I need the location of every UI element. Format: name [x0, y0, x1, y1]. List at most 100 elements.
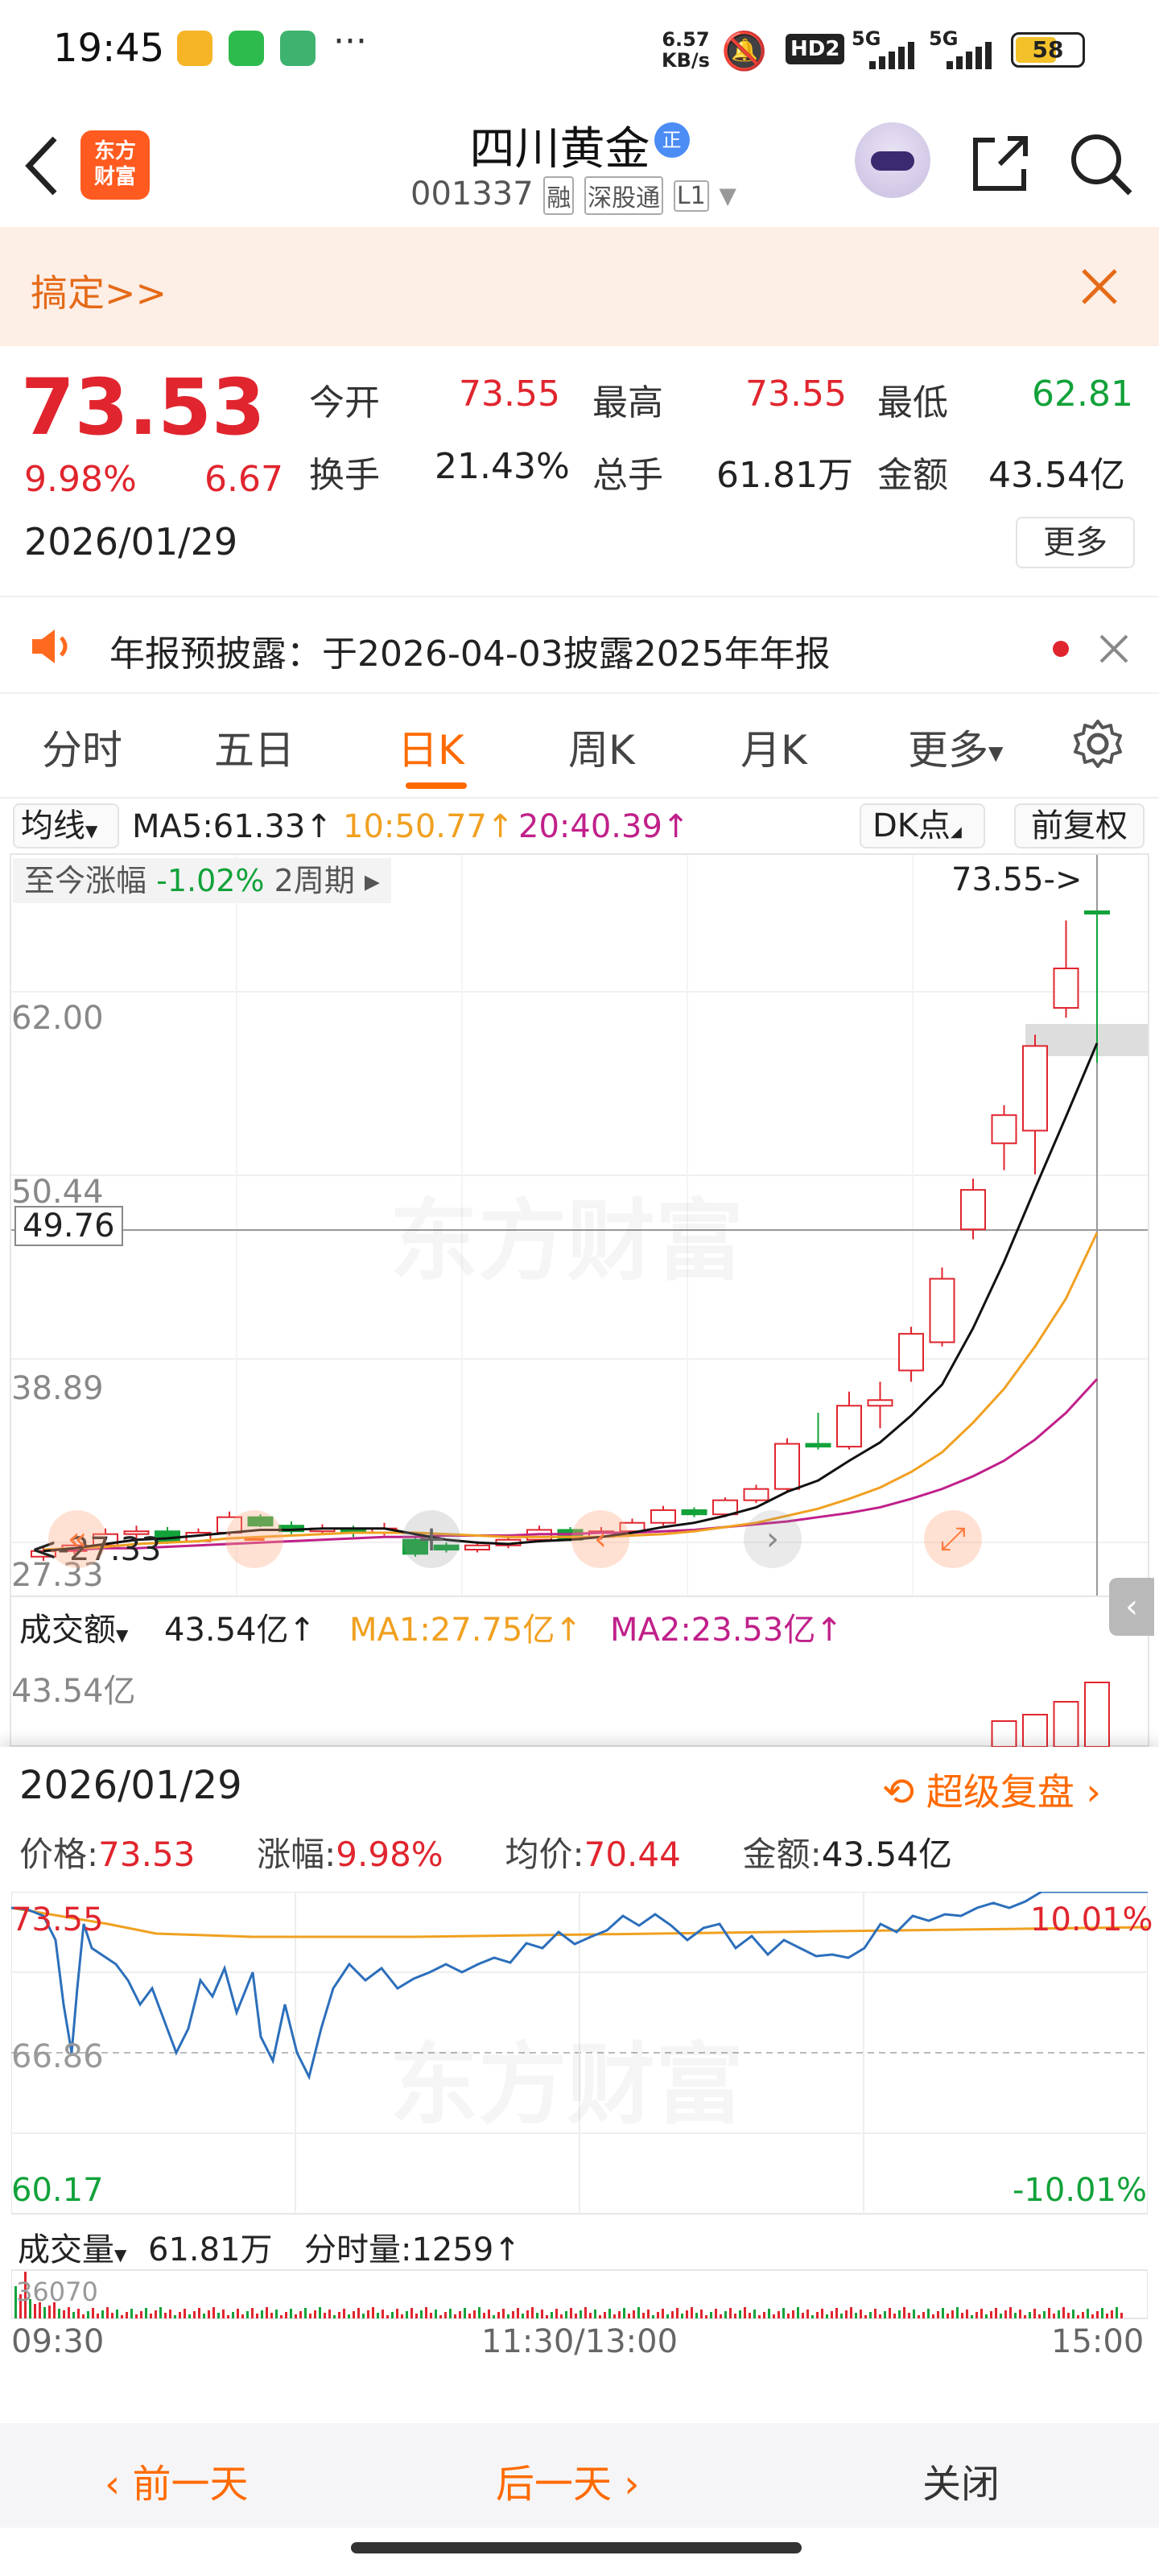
intraday-vol-bar — [918, 2315, 920, 2318]
notice-bar[interactable]: 年报预披露：于2026-04-03披露2025年年报 — [0, 596, 1159, 694]
intraday-vol-bar — [589, 2313, 592, 2318]
notice-text[interactable]: 年报预披露：于2026-04-03披露2025年年报 — [109, 625, 831, 676]
high-label: 最高 — [592, 382, 663, 423]
intraday-vol-bar — [478, 2307, 481, 2318]
tab-monthly-k[interactable]: 月K — [740, 718, 807, 776]
banner-close-icon[interactable] — [1080, 267, 1119, 306]
intraday-chart[interactable]: 东方财富 73.55 66.86 60.17 10.01% -10.01% 成交… — [10, 1890, 1153, 2362]
intraday-vol-bar — [657, 2312, 659, 2318]
dk-point-button[interactable]: DK点◢ — [860, 803, 985, 848]
intraday-vol-bar — [990, 2311, 992, 2318]
close-popup-button[interactable]: 关闭 — [922, 2452, 1000, 2508]
intraday-vol-value: 61.81万 — [148, 2231, 273, 2268]
intraday-vol-bar — [444, 2312, 447, 2318]
tab-more[interactable]: 更多▼ — [908, 718, 1003, 776]
intraday-vol-selector[interactable]: 成交量▼ — [18, 2223, 126, 2270]
scroll-right-button[interactable]: › — [744, 1510, 802, 1568]
volume-value: 61.81万 — [716, 455, 853, 496]
intraday-vol-bar — [966, 2310, 968, 2318]
volume-bar — [1084, 1682, 1110, 1747]
intraday-vol-bar — [261, 2310, 263, 2318]
intraday-vol-bar — [468, 2314, 471, 2318]
mute-icon: 🔕 — [721, 29, 768, 72]
intraday-vol-bar — [531, 2307, 534, 2318]
intraday-vol-bar — [710, 2312, 712, 2318]
dk-corner-icon: ◢ — [951, 824, 962, 840]
side-panel-toggle-icon[interactable]: ‹ — [1109, 1578, 1154, 1636]
adjust-button[interactable]: 前复权 — [1014, 803, 1145, 848]
popup-price-value: 73.53 — [98, 1835, 196, 1874]
volume-bar — [1053, 1701, 1079, 1747]
notice-close-icon[interactable] — [1098, 633, 1130, 665]
settings-gear-icon[interactable] — [1072, 718, 1124, 770]
intraday-vol-bar — [546, 2315, 548, 2318]
intraday-vol-bar — [155, 2310, 157, 2318]
intraday-vol-bar — [724, 2311, 727, 2318]
zoom-out-button[interactable]: − — [225, 1510, 283, 1568]
since-period: 2周期 — [274, 863, 355, 898]
code-dropdown-icon[interactable]: ▼ — [719, 183, 736, 209]
stock-code: 001337 — [410, 175, 534, 213]
intraday-vol-bar — [879, 2314, 881, 2318]
scroll-left-button[interactable]: ‹ — [571, 1510, 629, 1568]
candle-body — [1022, 1045, 1048, 1132]
quote-panel: 73.53 9.98% 6.67 2026/01/29 今开 73.55 最高 … — [0, 346, 1159, 596]
intraday-vol-bar — [845, 2310, 848, 2318]
intraday-vol-bar — [396, 2309, 398, 2318]
intraday-vol-bar — [734, 2314, 736, 2318]
intraday-vol-bar — [985, 2314, 988, 2318]
amount-label: 金额 — [877, 455, 948, 496]
intraday-vol-label: 成交量 — [18, 2231, 114, 2268]
intraday-vol-bar — [797, 2307, 799, 2318]
intraday-vol-bar — [980, 2309, 983, 2318]
intraday-vol-bar — [420, 2310, 423, 2318]
intraday-vol-bar — [116, 2310, 118, 2318]
tab-intraday[interactable]: 分时 — [42, 718, 122, 776]
share-icon[interactable] — [967, 132, 1032, 196]
promo-banner[interactable]: 搞定>> — [0, 227, 1159, 346]
intraday-vol-bar — [551, 2312, 553, 2318]
search-icon[interactable] — [1067, 130, 1135, 198]
scroll-start-button[interactable]: « — [48, 1510, 106, 1568]
intraday-vol-bar — [1000, 2314, 1002, 2318]
intraday-vol-bar — [903, 2307, 905, 2318]
intraday-vol-bar — [237, 2309, 239, 2318]
popup-avg-value: 70.44 — [584, 1835, 681, 1874]
intraday-vol-bar — [652, 2315, 654, 2318]
intraday-vol-bar — [87, 2311, 89, 2318]
intraday-vol-bar — [676, 2308, 678, 2318]
tab-daily-k[interactable]: 日K — [398, 718, 464, 776]
intraday-vol-bar — [806, 2310, 809, 2318]
intraday-vol-bar — [1038, 2314, 1041, 2318]
notes-app-icon — [177, 31, 212, 66]
assistant-avatar[interactable] — [855, 122, 930, 198]
since-gain-box[interactable]: 至今涨幅 -1.02% 2周期 ▸ — [13, 858, 391, 903]
zoom-in-button[interactable]: + — [402, 1510, 460, 1568]
intraday-vol-bar — [1033, 2309, 1036, 2318]
popup-date: 2026/01/29 — [19, 1763, 242, 1808]
tab-weekly-k[interactable]: 周K — [568, 718, 635, 776]
next-day-button[interactable]: 后一天 › — [496, 2452, 639, 2508]
super-replay-link[interactable]: ⟲ 超级复盘 › — [882, 1763, 1101, 1816]
popup-pct-label: 涨幅: — [257, 1835, 336, 1874]
prev-day-button[interactable]: ‹ 前一天 — [105, 2452, 248, 2508]
intraday-pct-top: 10.01% — [1030, 1901, 1153, 1938]
banner-text[interactable]: 搞定>> — [31, 264, 167, 317]
kline-plot[interactable]: 东方财富 至今涨幅 -1.02% 2周期 ▸ 73.55-> <-27.33 6… — [10, 853, 1149, 1597]
fullscreen-button[interactable]: ⤢ — [924, 1510, 982, 1568]
intraday-vol-bar — [304, 2308, 307, 2318]
popup-amount-value: 43.54亿 — [821, 1835, 952, 1874]
intraday-vol-bar — [1053, 2314, 1055, 2318]
more-button[interactable]: 更多 — [1016, 517, 1135, 568]
ma-selector[interactable]: 均线▼ — [13, 803, 119, 848]
intraday-vol-bar — [295, 2314, 297, 2318]
intraday-vol-bar — [150, 2314, 152, 2318]
popup-price-label: 价格: — [19, 1835, 99, 1874]
intraday-vol-bar — [584, 2307, 587, 2318]
intraday-vol-bar — [792, 2310, 794, 2318]
intraday-vol-bar — [555, 2309, 558, 2318]
intraday-vol-bar — [464, 2308, 466, 2318]
tab-five-day[interactable]: 五日 — [214, 718, 295, 776]
intraday-vol-bar — [773, 2314, 775, 2318]
intraday-vol-bar — [386, 2315, 389, 2318]
